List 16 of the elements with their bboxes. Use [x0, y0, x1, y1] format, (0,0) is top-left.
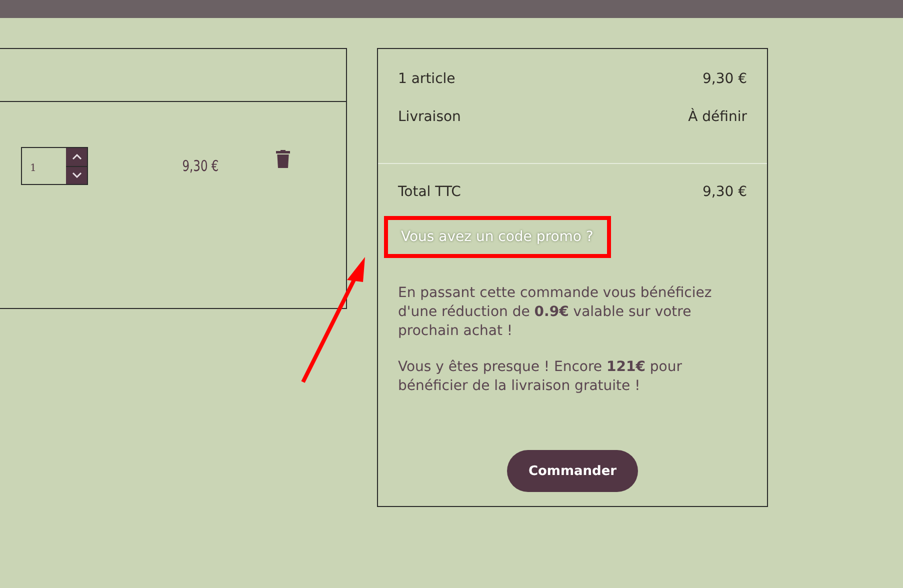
info-message: Vous y êtes presque ! Encore 121€ pour bénéficier de la livraison gratuite ! [398, 358, 683, 396]
total-value: 9,30 € [702, 183, 747, 202]
summary-value: À définir [688, 107, 747, 127]
summary-label: Livraison [398, 108, 461, 127]
item-price: 9,30 € [182, 157, 219, 175]
total-label: Total TTC [398, 183, 461, 202]
quantity-field[interactable]: 1 [21, 147, 88, 185]
increment-button[interactable] [66, 148, 87, 166]
order-button[interactable]: Commander [507, 450, 638, 492]
info-message: En passant cette commande vous bénéficiez d'une réduction de 0.9€ valable sur votre prochain achat ! [398, 284, 713, 341]
summary-label: 1 article [398, 70, 456, 89]
summary-value: 9,30 € [702, 70, 747, 89]
decrement-button[interactable] [66, 166, 87, 184]
chevron-up-icon [72, 154, 82, 160]
trash-icon[interactable] [276, 150, 290, 168]
chevron-down-icon [72, 172, 82, 178]
